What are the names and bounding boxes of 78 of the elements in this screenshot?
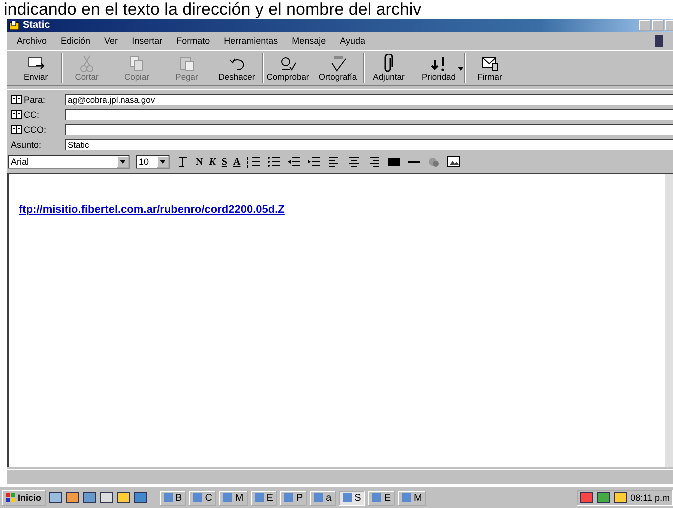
numbered-list-icon[interactable] xyxy=(246,156,261,168)
input-field[interactable] xyxy=(65,124,673,135)
menu-item[interactable]: Insertar xyxy=(132,36,163,46)
paragraph-style-icon[interactable] xyxy=(176,156,190,168)
style-button[interactable]: A xyxy=(233,156,241,168)
task-button[interactable]: M xyxy=(219,490,248,506)
bullet-list-icon[interactable] xyxy=(266,156,281,168)
app-icon xyxy=(254,493,265,503)
caption-text: indicando en el texto la dirección y el nombre del archiv xyxy=(3,0,423,19)
app-icon xyxy=(193,493,204,503)
menu-item[interactable]: Mensaje xyxy=(292,36,326,46)
app-icon xyxy=(9,20,20,30)
app-icon xyxy=(164,493,174,503)
style-button[interactable]: S xyxy=(222,156,228,168)
logo-icon xyxy=(655,35,663,47)
app-icon[interactable] xyxy=(66,492,80,504)
app-icon[interactable] xyxy=(580,492,594,504)
outdent-icon[interactable] xyxy=(286,156,301,168)
toolbar-button[interactable]: Enviar xyxy=(11,53,61,83)
menu-item[interactable]: Ayuda xyxy=(340,36,366,46)
dropdown-arrow-icon xyxy=(120,160,126,164)
app-icon[interactable] xyxy=(100,492,114,504)
menu-item[interactable]: Ver xyxy=(104,36,118,46)
toolbar-button[interactable]: Firmar xyxy=(464,53,515,83)
input-field[interactable]: ag@cobra.jpl.nasa.gov xyxy=(65,94,673,105)
app-icon[interactable] xyxy=(116,492,131,504)
input-field[interactable]: Static xyxy=(65,139,673,150)
toolbar-button[interactable]: Ortografía xyxy=(313,53,363,83)
menu-item[interactable]: Formato xyxy=(176,36,210,46)
clock: 08:11 p.m xyxy=(630,493,670,503)
toolbar-button[interactable]: Prioridad xyxy=(414,53,464,83)
app-icon xyxy=(284,493,294,503)
field-label: Asunto: xyxy=(11,140,42,150)
windows-logo-icon xyxy=(6,493,16,503)
app-icon xyxy=(402,493,412,503)
dropdown-arrow-icon xyxy=(160,160,166,164)
address-book-icon xyxy=(11,94,22,104)
menu-item[interactable]: Archivo xyxy=(17,36,48,46)
task-button[interactable]: M xyxy=(398,490,426,506)
menu-item[interactable]: Herramientas xyxy=(224,36,278,46)
app-icon[interactable] xyxy=(614,492,628,504)
size-dropdown[interactable]: 10 xyxy=(136,155,170,169)
address-book-icon xyxy=(11,124,22,134)
app-icon xyxy=(342,493,353,503)
address-book-icon xyxy=(11,110,22,120)
style-button[interactable]: K xyxy=(209,156,216,168)
toolbar-button[interactable]: Comprobar xyxy=(262,53,313,83)
app-icon xyxy=(314,493,324,503)
field-label: Para: xyxy=(24,94,46,104)
task-button[interactable]: E xyxy=(250,490,278,506)
link[interactable]: ftp://misitio.fibertel.com.ar/rubenro/cord2200.05d.Z xyxy=(19,204,285,216)
task-button[interactable]: B xyxy=(160,490,186,506)
font-dropdown[interactable]: Arial xyxy=(8,155,130,169)
start-button[interactable]: Inicio xyxy=(2,490,46,506)
task-button[interactable]: S xyxy=(338,490,366,506)
task-button[interactable]: C xyxy=(189,490,216,506)
toolbar-button[interactable]: Adjuntar xyxy=(363,53,414,83)
menu-item[interactable]: Edición xyxy=(61,36,91,46)
app-icon[interactable] xyxy=(48,492,63,504)
task-button[interactable]: a xyxy=(310,490,336,506)
app-icon xyxy=(223,493,234,503)
style-button[interactable]: N xyxy=(196,156,204,168)
task-button[interactable]: E xyxy=(368,490,396,506)
align-left-icon[interactable] xyxy=(326,156,341,168)
app-icon xyxy=(372,493,382,503)
app-icon[interactable] xyxy=(596,492,611,504)
image-icon[interactable] xyxy=(446,156,461,168)
align-center-icon[interactable] xyxy=(346,156,361,168)
toolbar-button[interactable]: Deshacer xyxy=(212,53,262,83)
field-label: CC: xyxy=(24,110,40,120)
app-icon[interactable] xyxy=(134,492,148,504)
app-icon[interactable] xyxy=(82,492,97,504)
dropdown-arrow-icon xyxy=(458,67,464,71)
window-title: Static xyxy=(23,20,52,31)
input-field[interactable] xyxy=(65,109,673,120)
task-button[interactable]: P xyxy=(280,490,308,506)
field-label: CCO: xyxy=(24,124,46,134)
indent-icon[interactable] xyxy=(306,156,321,168)
